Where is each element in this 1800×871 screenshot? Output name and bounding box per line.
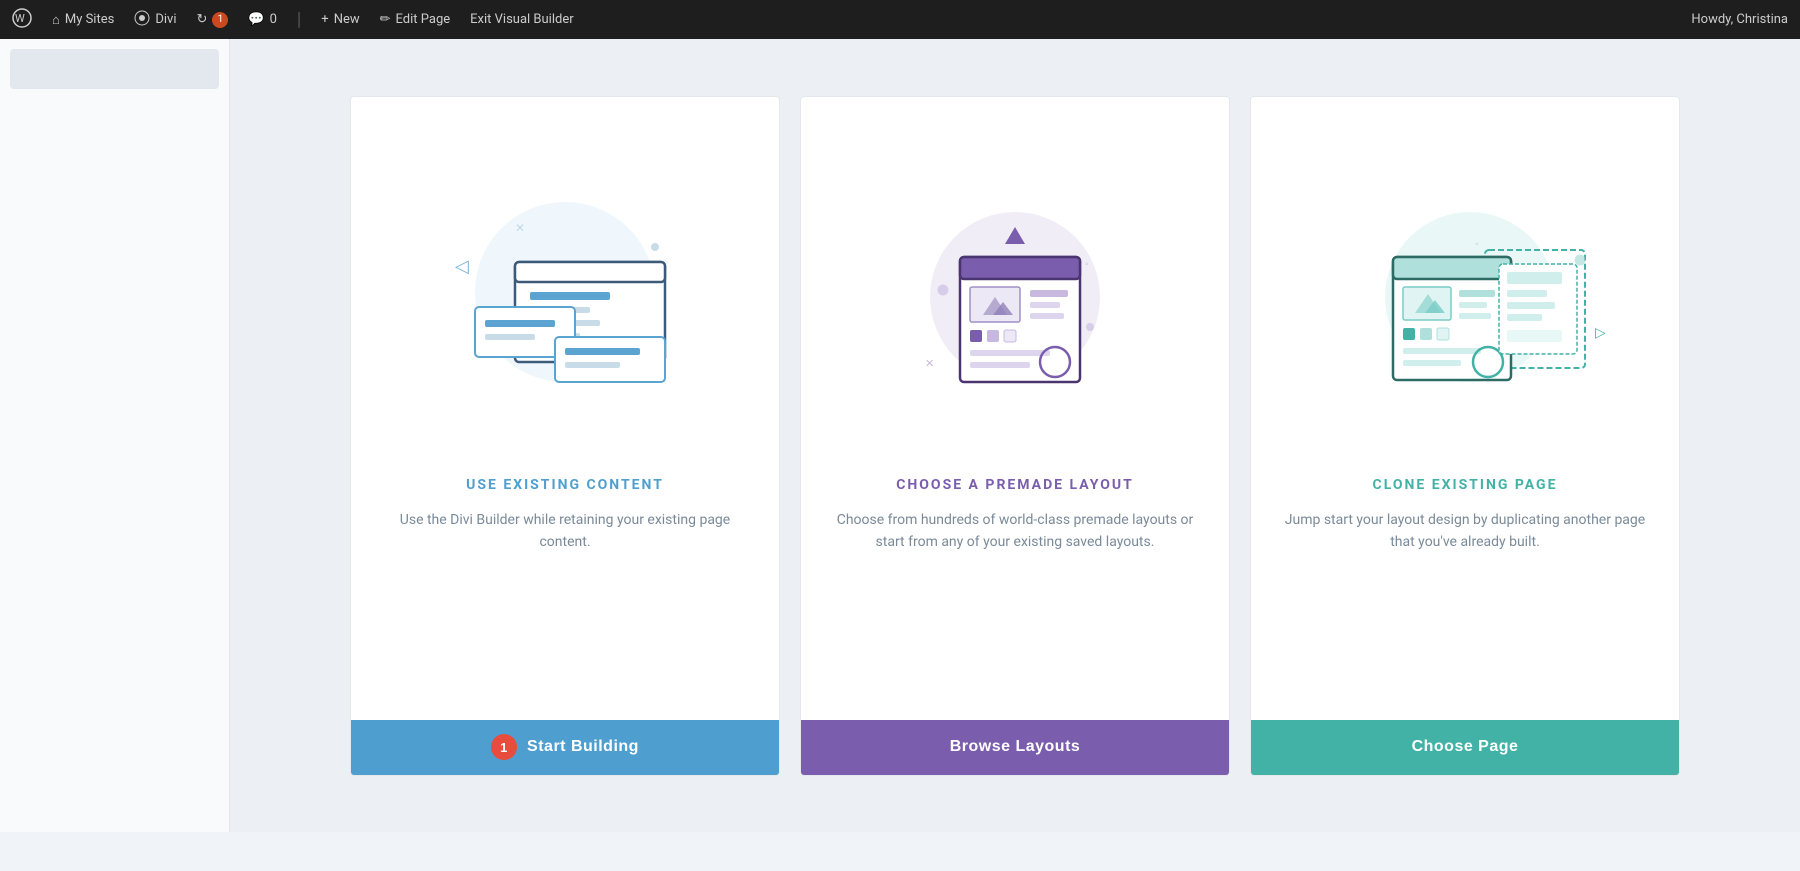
comments-count: 0: [270, 12, 277, 27]
updates-badge: 1: [212, 12, 228, 28]
card-3-illustration: ◦ ✕ ▷ ·: [1251, 97, 1679, 477]
my-sites-item[interactable]: ⌂ My Sites: [52, 12, 114, 28]
sidebar-bar: [10, 49, 219, 89]
card-existing-content: ⬡ ◁ ✕ ✕: [350, 96, 780, 776]
divi-label: Divi: [155, 12, 176, 27]
svg-text:✕: ✕: [925, 357, 934, 370]
start-building-button[interactable]: 1 Start Building: [351, 720, 779, 775]
card-1-illustration: ⬡ ◁ ✕ ✕: [351, 97, 779, 477]
new-label: New: [334, 12, 360, 27]
svg-text:◦: ◦: [1085, 259, 1089, 270]
divi-icon: [134, 10, 150, 30]
svg-text:W: W: [15, 12, 25, 25]
svg-text:◦: ◦: [1475, 239, 1479, 250]
house-icon: ⌂: [52, 12, 60, 28]
exit-builder-item[interactable]: Exit Visual Builder: [470, 12, 573, 27]
card-2-illustration: ✕ ◦: [801, 97, 1229, 477]
refresh-icon: ↻: [196, 12, 207, 27]
browse-layouts-button[interactable]: Browse Layouts: [801, 720, 1229, 775]
card-2-footer: Browse Layouts: [801, 720, 1229, 775]
exit-label: Exit Visual Builder: [470, 12, 573, 27]
card-clone-page: ◦ ✕ ▷ ·: [1250, 96, 1680, 776]
comments-item[interactable]: 💬 0: [248, 12, 277, 27]
start-building-badge: 1: [491, 734, 517, 760]
card-1-description: Use the Divi Builder while retaining you…: [351, 509, 779, 720]
edit-page-label: Edit Page: [396, 12, 451, 27]
divi-item[interactable]: Divi: [134, 10, 176, 30]
card-1-footer: 1 Start Building: [351, 720, 779, 775]
card-3-title: CLONE EXISTING PAGE: [1343, 477, 1588, 493]
browse-layouts-label: Browse Layouts: [950, 738, 1081, 756]
card-premade-layout: ✕ ◦: [800, 96, 1230, 776]
choose-page-button[interactable]: Choose Page: [1251, 720, 1679, 775]
sidebar: [0, 39, 230, 832]
separator: |: [297, 9, 301, 30]
plus-icon: +: [321, 12, 328, 27]
my-sites-label: My Sites: [65, 12, 114, 27]
wp-logo-item[interactable]: W: [12, 8, 32, 32]
svg-text:✕: ✕: [515, 221, 525, 235]
card-1-title: USE EXISTING CONTENT: [436, 477, 694, 493]
choose-page-label: Choose Page: [1412, 738, 1519, 756]
updates-item[interactable]: ↻ 1: [196, 12, 228, 28]
cards-container: ⬡ ◁ ✕ ✕: [295, 96, 1735, 776]
admin-bar: W ⌂ My Sites Divi ↻ 1 💬 0 | + New ✏ Edit…: [0, 0, 1800, 39]
edit-page-item[interactable]: ✏ Edit Page: [380, 12, 451, 27]
svg-text:▷: ▷: [1595, 325, 1605, 341]
svg-text:◁: ◁: [455, 256, 469, 277]
card-3-footer: Choose Page: [1251, 720, 1679, 775]
card-2-description: Choose from hundreds of world-class prem…: [801, 509, 1229, 720]
main-content: ⬡ ◁ ✕ ✕: [0, 39, 1800, 832]
wordpress-icon: W: [12, 8, 32, 32]
pencil-icon: ✏: [380, 12, 391, 27]
card-3-description: Jump start your layout design by duplica…: [1251, 509, 1679, 720]
comment-icon: 💬: [248, 12, 264, 27]
new-item[interactable]: + New: [321, 12, 359, 27]
start-building-label: Start Building: [527, 738, 639, 756]
user-greeting: Howdy, Christina: [1691, 12, 1788, 27]
card-2-title: CHOOSE A PREMADE LAYOUT: [866, 477, 1164, 493]
